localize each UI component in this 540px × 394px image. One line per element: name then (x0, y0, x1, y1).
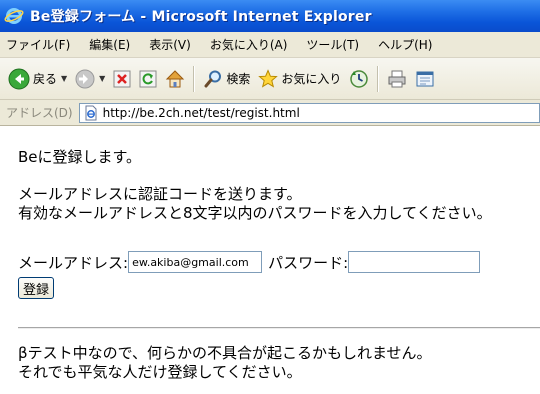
menu-view[interactable]: 表示(V) (149, 36, 191, 53)
email-label: メールアドレス: (18, 253, 129, 272)
menu-file[interactable]: ファイル(F) (6, 36, 70, 53)
back-label: 戻る (33, 72, 58, 86)
ie-logo-icon (4, 8, 24, 24)
password-field[interactable] (348, 251, 481, 273)
home-icon (166, 69, 185, 87)
forward-arrow-icon (75, 69, 95, 88)
page-icon (85, 105, 97, 120)
address-url: http://be.2ch.net/test/regist.html (102, 105, 300, 120)
edit-icon (416, 71, 434, 86)
menu-edit[interactable]: 編集(E) (89, 36, 130, 53)
stop-button[interactable] (113, 70, 131, 88)
favorites-button[interactable]: お気に入り (258, 68, 342, 89)
toolbar-separator (193, 65, 196, 92)
register-button[interactable]: 登録 (18, 277, 55, 299)
window-title: Be登録フォーム - Microsoft Internet Explorer (30, 9, 372, 25)
history-icon (350, 69, 369, 88)
refresh-button[interactable] (139, 70, 157, 88)
menu-help[interactable]: ヘルプ(H) (378, 36, 432, 53)
toolbar-separator-2 (377, 65, 380, 92)
address-input[interactable]: http://be.2ch.net/test/regist.html (78, 102, 540, 123)
instruction-text-2: 有効なメールアドレスと8文字以内のパスワードを入力してください。 (18, 204, 492, 222)
back-button[interactable]: 戻る ▼ (8, 68, 67, 90)
divider (18, 327, 540, 329)
toolbar: 戻る ▼ ▼ 検索 お気に入り (0, 58, 540, 100)
address-bar: アドレス(D) http://be.2ch.net/test/regist.ht… (0, 100, 540, 126)
forward-button[interactable]: ▼ (75, 69, 105, 89)
instruction-text-1: メールアドレスに認証コードを送ります。 (18, 185, 302, 203)
back-dropdown-icon[interactable]: ▼ (61, 74, 67, 83)
edit-button[interactable] (415, 69, 435, 89)
window-titlebar: Be登録フォーム - Microsoft Internet Explorer (0, 0, 540, 32)
intro-text: Beに登録します。 (18, 148, 142, 166)
forward-dropdown-icon[interactable]: ▼ (99, 74, 105, 83)
back-arrow-icon (8, 68, 30, 89)
stop-icon (113, 70, 131, 87)
menu-tools[interactable]: ツール(T) (306, 36, 359, 53)
refresh-icon (139, 70, 157, 87)
search-icon (204, 70, 222, 87)
email-field[interactable]: ew.akiba@gmail.com (128, 251, 263, 273)
page-content: Beに登録します。 メールアドレスに認証コードを送ります。 有効なメールアドレス… (0, 127, 540, 394)
menu-bar: ファイル(F) 編集(E) 表示(V) お気に入り(A) ツール(T) ヘルプ(… (0, 32, 540, 58)
password-label: パスワード: (268, 253, 349, 272)
favorites-label: お気に入り (281, 72, 342, 86)
warning-text-1: βテスト中なので、何らかの不具合が起こるかもしれません。 (18, 344, 432, 362)
address-label: アドレス(D) (6, 106, 73, 120)
warning-text-2: それでも平気な人だけ登録してください。 (18, 363, 302, 381)
search-label: 検索 (226, 72, 251, 86)
registration-form-row: メールアドレス: ew.akiba@gmail.com パスワード: (18, 251, 481, 273)
menu-favorites[interactable]: お気に入り(A) (210, 36, 288, 53)
favorites-star-icon (258, 68, 279, 88)
search-button[interactable]: 検索 (203, 69, 250, 89)
print-button[interactable] (387, 69, 407, 89)
history-button[interactable] (349, 69, 369, 89)
home-button[interactable] (165, 69, 185, 89)
print-icon (388, 70, 406, 87)
